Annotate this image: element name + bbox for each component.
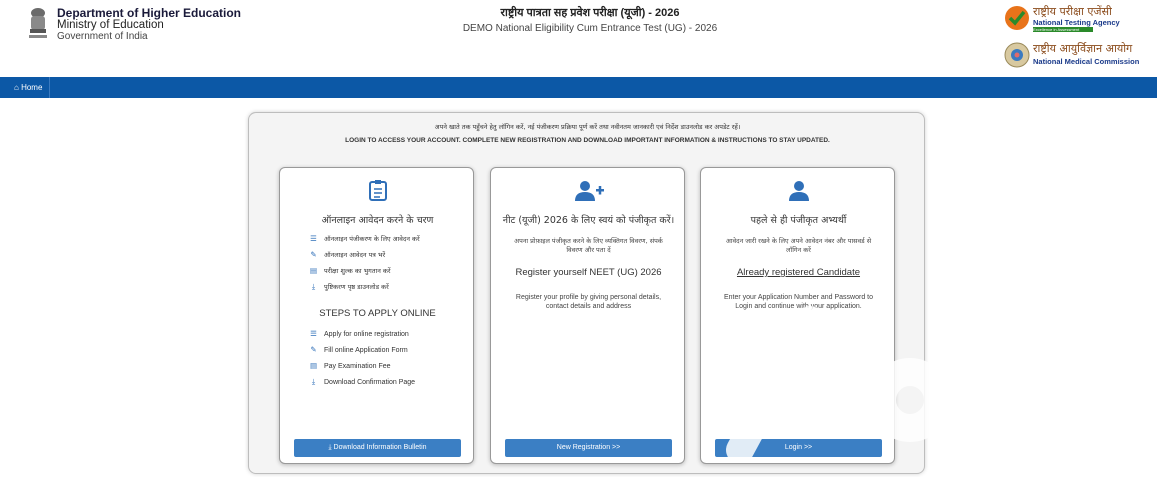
site-header: Department of Higher Education Ministry … bbox=[0, 0, 1157, 77]
form-list-icon bbox=[280, 180, 475, 202]
nmc-hindi-name: राष्ट्रीय आयुर्विज्ञान आयोग bbox=[1033, 42, 1133, 55]
login-title-hindi: पहले से ही पंजीकृत अभ्यर्थी bbox=[750, 215, 847, 226]
department-name: Department of Higher Education bbox=[57, 6, 242, 20]
register-card: नीट (यूजी) 2026 के लिए स्वयं को पंजीकृत … bbox=[490, 167, 685, 464]
already-registered-link[interactable]: Already registered Candidate bbox=[701, 267, 896, 278]
login-subtitle-english: Enter your Application Number and Passwo… bbox=[723, 294, 874, 310]
intro-text-english: LOGIN TO ACCESS YOUR ACCOUNT. COMPLETE N… bbox=[345, 137, 830, 144]
download-icon: ⤓ bbox=[328, 444, 332, 451]
main-panel: अपने खाते तक पहुँचने हेतु लॉगिन करें, नई… bbox=[248, 112, 925, 474]
register-subtitle-english: Register your profile by giving personal… bbox=[515, 294, 662, 310]
nmc-seal-icon bbox=[1004, 42, 1030, 68]
government-name: Government of India bbox=[57, 31, 148, 42]
list-item: ✎ Fill online Application Form bbox=[310, 345, 408, 354]
national-emblem-logo bbox=[29, 8, 47, 38]
page-title-hindi: राष्ट्रीय पात्रता सह प्रवेश परीक्षा (यूज… bbox=[500, 7, 680, 19]
new-registration-button[interactable]: New Registration >> bbox=[505, 439, 672, 457]
nta-check-icon bbox=[1005, 6, 1029, 30]
nmc-logo: राष्ट्रीय आयुर्विज्ञान आयोग National Med… bbox=[1004, 40, 1154, 72]
steps-list-hindi: ☰ ऑनलाइन पंजीकरण के लिए आवेदन करें ✎ ऑनलाइ… bbox=[309, 233, 469, 297]
steps-title-english: STEPS TO APPLY ONLINE bbox=[319, 308, 436, 319]
nta-english-name: National Testing Agency bbox=[1033, 18, 1120, 27]
steps-list-english: ☰ Apply for online registration ✎ Fill onl… bbox=[309, 328, 469, 392]
login-button[interactable]: Login >> bbox=[715, 439, 882, 457]
department-block: Department of Higher Education Ministry … bbox=[57, 7, 241, 43]
list-item: ☰ ऑनलाइन पंजीकरण के लिए आवेदन करें bbox=[310, 234, 420, 243]
nav-home-link[interactable]: ⌂ Home bbox=[7, 77, 51, 98]
nta-hindi-name: राष्ट्रीय परीक्षा एजेंसी bbox=[1033, 5, 1112, 18]
nta-logo: राष्ट्रीय परीक्षा एजेंसी National Testin… bbox=[1004, 3, 1154, 35]
list-item: ⤓ पुष्टिकरण पृष्ठ डाउनलोड करें bbox=[309, 281, 469, 292]
home-icon: ⌂ bbox=[14, 83, 19, 92]
user-icon bbox=[701, 180, 896, 202]
card-icon: ▤ bbox=[309, 361, 318, 370]
nav-home-label: Home bbox=[21, 83, 43, 92]
page-title-english: DEMO National Eligibility Cum Entrance T… bbox=[462, 23, 718, 34]
list-item: ⤓ Download Confirmation Page bbox=[309, 376, 469, 387]
register-subtitle-hindi: अपना प्रोफ़ाइल पंजीकृत करने के लिए व्यक्… bbox=[514, 237, 663, 254]
ministry-name: Ministry of Education bbox=[57, 19, 164, 31]
nmc-english-name: National Medical Commission bbox=[1033, 57, 1140, 66]
list-item: ▤ परीक्षा शुल्क का भुगतान करें bbox=[309, 266, 391, 275]
steps-title-hindi: ऑनलाइन आवेदन करने के चरण bbox=[321, 215, 434, 226]
card-icon: ▤ bbox=[309, 266, 318, 275]
list-item: ▤ Pay Examination Fee bbox=[309, 361, 391, 370]
download-icon: ⤓ bbox=[311, 377, 316, 386]
list-icon: ☰ bbox=[310, 234, 317, 243]
intro-text-hindi: अपने खाते तक पहुँचने हेतु लॉगिन करें, नई… bbox=[434, 123, 741, 131]
download-bulletin-button[interactable]: ⤓ Download Information Bulletin bbox=[294, 439, 461, 457]
download-icon: ⤓ bbox=[311, 282, 316, 291]
main-navbar: ⌂ Home bbox=[0, 77, 1157, 98]
login-card: पहले से ही पंजीकृत अभ्यर्थी आवेदन जारी र… bbox=[700, 167, 895, 464]
edit-icon: ✎ bbox=[310, 345, 317, 354]
register-title-english: Register yourself NEET (UG) 2026 bbox=[515, 267, 662, 278]
page-title: राष्ट्रीय पात्रता सह प्रवेश परीक्षा (यूज… bbox=[400, 5, 780, 34]
list-item: ☰ Apply for online registration bbox=[310, 329, 409, 338]
login-subtitle-hindi: आवेदन जारी रखने के लिए अपने आवेदन नंबर औ… bbox=[725, 237, 872, 254]
list-icon: ☰ bbox=[310, 329, 317, 338]
edit-icon: ✎ bbox=[310, 250, 317, 259]
nta-tagline: Excellence in Assessment bbox=[1033, 27, 1093, 32]
steps-card: ऑनलाइन आवेदन करने के चरण ☰ ऑनलाइन पंजीकरण… bbox=[279, 167, 474, 464]
register-title-hindi: नीट (यूजी) 2026 के लिए स्वयं को पंजीकृत … bbox=[502, 215, 675, 226]
list-item: ✎ ऑनलाइन आवेदन पत्र भरें bbox=[310, 250, 386, 259]
add-user-icon bbox=[491, 180, 686, 202]
